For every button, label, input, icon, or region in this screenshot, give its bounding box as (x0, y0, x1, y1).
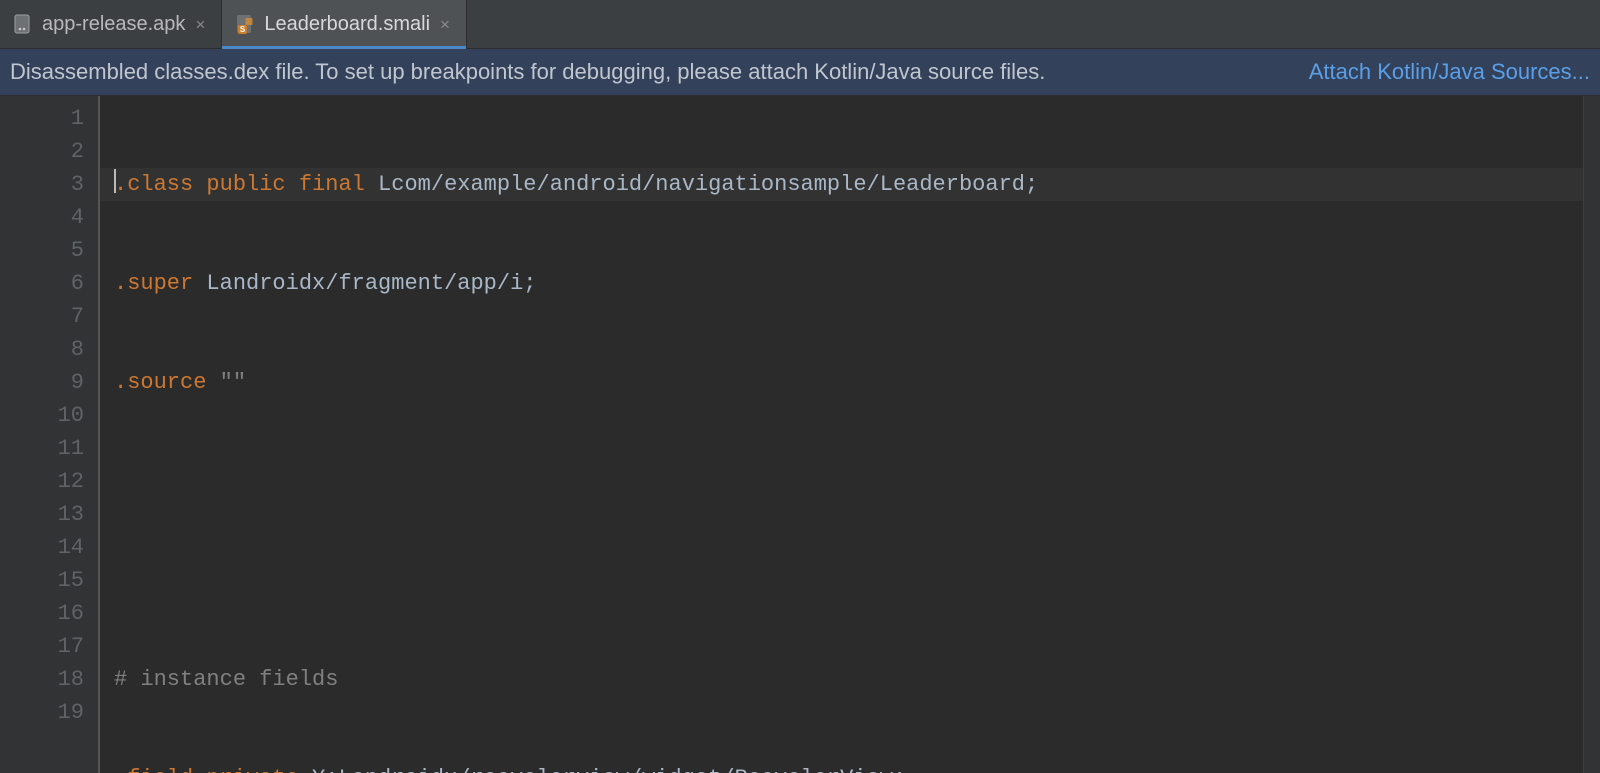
svg-text:S: S (240, 25, 246, 34)
gutter-line-number[interactable]: 4 (0, 201, 84, 234)
gutter[interactable]: 12345678910111213141516171819 (0, 96, 100, 773)
gutter-line-number[interactable]: 18 (0, 663, 84, 696)
marker-strip[interactable] (1583, 96, 1600, 773)
code-line-6[interactable]: # instance fields (114, 663, 1583, 696)
info-banner: Disassembled classes.dex file. To set up… (0, 49, 1600, 96)
tab-leaderboard-smali[interactable]: S Leaderboard.smali × (222, 0, 467, 48)
code-view[interactable]: .class public final Lcom/example/android… (100, 96, 1583, 773)
tab-app-release-apk[interactable]: app-release.apk × (0, 0, 222, 48)
gutter-line-number[interactable]: 10 (0, 399, 84, 432)
editor-area: 12345678910111213141516171819 .class pub… (0, 96, 1600, 773)
banner-message: Disassembled classes.dex file. To set up… (10, 59, 1045, 85)
gutter-line-number[interactable]: 9 (0, 366, 84, 399)
code-line-4[interactable] (114, 465, 1583, 498)
close-icon[interactable]: × (438, 16, 452, 33)
gutter-line-number[interactable]: 16 (0, 597, 84, 630)
code-line-5[interactable] (114, 564, 1583, 597)
gutter-line-number[interactable]: 13 (0, 498, 84, 531)
code-line-3[interactable]: .source "" (114, 366, 1583, 399)
gutter-line-number[interactable]: 7 (0, 300, 84, 333)
apk-file-icon (12, 13, 34, 35)
code-line-2[interactable]: .super Landroidx/fragment/app/i; (114, 267, 1583, 300)
gutter-line-number[interactable]: 19 (0, 696, 84, 729)
tab-label: app-release.apk (42, 14, 185, 34)
smali-file-icon: S (234, 13, 256, 35)
gutter-line-number[interactable]: 12 (0, 465, 84, 498)
close-icon[interactable]: × (193, 16, 207, 33)
gutter-line-number[interactable]: 1 (0, 102, 84, 135)
gutter-line-number[interactable]: 5 (0, 234, 84, 267)
code-line-1[interactable]: .class public final Lcom/example/android… (100, 168, 1583, 201)
gutter-line-number[interactable]: 15 (0, 564, 84, 597)
editor-tabs: app-release.apk × S Leaderboard.smali × (0, 0, 1600, 49)
gutter-line-number[interactable]: 3 (0, 168, 84, 201)
gutter-line-number[interactable]: 17 (0, 630, 84, 663)
gutter-line-number[interactable]: 6 (0, 267, 84, 300)
gutter-line-number[interactable]: 11 (0, 432, 84, 465)
gutter-line-number[interactable]: 2 (0, 135, 84, 168)
attach-sources-link[interactable]: Attach Kotlin/Java Sources... (1309, 59, 1590, 85)
gutter-line-number[interactable]: 8 (0, 333, 84, 366)
code-line-7[interactable]: .field private Y:Landroidx/recyclerview/… (114, 762, 1583, 773)
tab-label: Leaderboard.smali (264, 14, 430, 34)
gutter-line-number[interactable]: 14 (0, 531, 84, 564)
